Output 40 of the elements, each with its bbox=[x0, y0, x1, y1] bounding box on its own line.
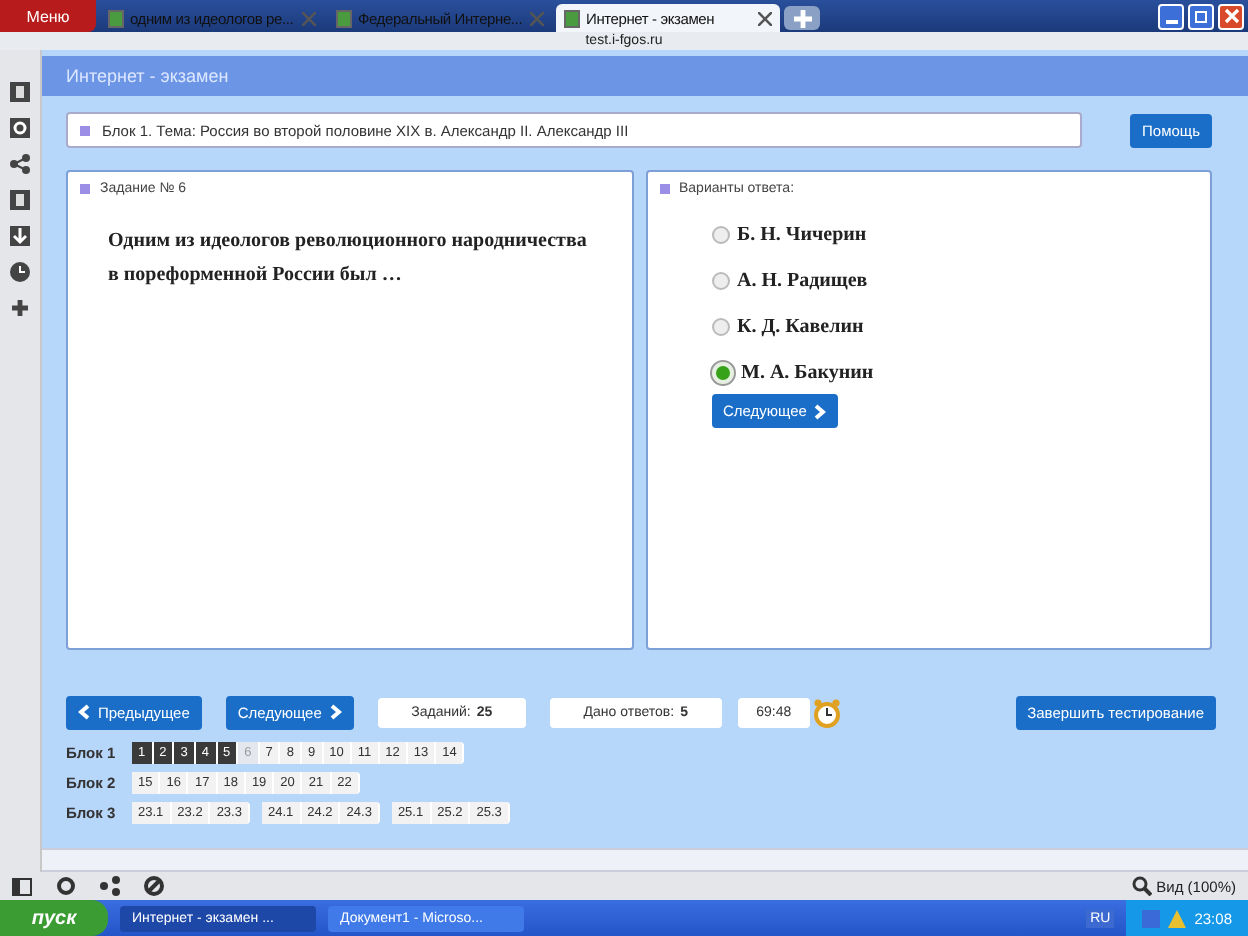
minimize-button[interactable] bbox=[1158, 3, 1184, 29]
start-button[interactable]: пуск bbox=[0, 900, 108, 936]
square-icon bbox=[659, 184, 669, 194]
gear-icon[interactable] bbox=[10, 118, 30, 138]
chevron-right-icon bbox=[329, 704, 342, 720]
new-tab-button[interactable] bbox=[784, 6, 820, 30]
horizontal-scrollbar[interactable] bbox=[42, 848, 1248, 872]
square-icon bbox=[80, 125, 90, 135]
download-icon[interactable] bbox=[10, 226, 30, 246]
page-title-bar: Интернет - экзамен bbox=[42, 56, 1248, 96]
page-icon bbox=[336, 9, 352, 27]
share-icon[interactable] bbox=[100, 876, 120, 896]
page-icon bbox=[564, 9, 580, 27]
block-icon[interactable] bbox=[144, 876, 164, 896]
answer-option[interactable]: М. А. Бакунин bbox=[741, 362, 874, 384]
close-button[interactable] bbox=[1218, 3, 1244, 29]
panel-toggle-icon[interactable] bbox=[12, 877, 32, 895]
share-icon[interactable] bbox=[10, 154, 30, 174]
restore-icon bbox=[1193, 8, 1209, 24]
chevron-right-icon bbox=[814, 403, 827, 419]
answer-option[interactable]: Б. Н. Чичерин bbox=[737, 224, 867, 246]
alarm-clock-icon bbox=[813, 697, 840, 727]
zoom-icon[interactable] bbox=[1132, 876, 1153, 896]
question-text: Одним из идеологов революционного народничества в пореформенной России был … bbox=[108, 228, 589, 290]
radio-button[interactable] bbox=[711, 272, 729, 290]
square-icon bbox=[80, 184, 90, 194]
radio-button[interactable] bbox=[711, 226, 729, 244]
browser-menu-button[interactable]: Меню bbox=[0, 0, 96, 32]
radio-button[interactable] bbox=[711, 318, 729, 336]
answer-option[interactable]: К. Д. Кавелин bbox=[737, 316, 864, 338]
close-icon bbox=[1223, 8, 1239, 24]
clock-icon[interactable] bbox=[10, 262, 30, 282]
chevron-left-icon bbox=[78, 704, 90, 720]
sync-icon[interactable] bbox=[56, 876, 76, 896]
plus-icon[interactable] bbox=[10, 298, 30, 318]
restore-button[interactable] bbox=[1188, 3, 1214, 29]
close-icon[interactable] bbox=[758, 11, 772, 25]
bookmark-icon[interactable] bbox=[10, 82, 30, 102]
answer-option[interactable]: А. Н. Радищев bbox=[737, 270, 868, 292]
page-icon bbox=[108, 9, 124, 27]
